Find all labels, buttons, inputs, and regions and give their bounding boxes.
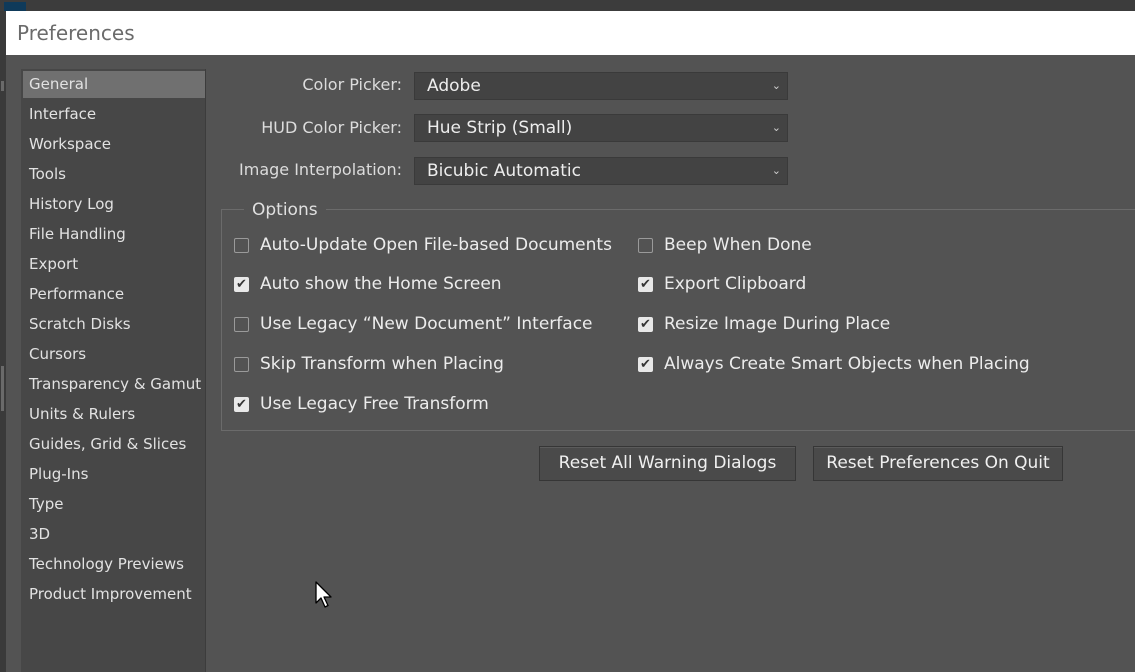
- dialog-titlebar[interactable]: Preferences: [6, 11, 1135, 55]
- checkbox-skip-transform[interactable]: Skip Transform when Placing: [234, 353, 504, 375]
- checkmark-icon[interactable]: ✔: [638, 276, 653, 292]
- chevron-down-icon: ⌄: [771, 164, 781, 177]
- chevron-down-icon: ⌄: [771, 121, 781, 134]
- checkbox-auto-show-home-screen[interactable]: ✔ Auto show the Home Screen: [234, 273, 502, 295]
- app-logo: [4, 2, 26, 11]
- sidebar-item-file-handling[interactable]: File Handling: [23, 221, 205, 248]
- checkbox-box[interactable]: [234, 356, 249, 372]
- checkbox-box[interactable]: [234, 237, 249, 253]
- image-interpolation-select[interactable]: Bicubic Automatic ⌄: [414, 157, 788, 185]
- color-picker-value: Adobe: [427, 76, 481, 96]
- checkmark-icon[interactable]: ✔: [638, 316, 653, 332]
- sidebar-item-interface[interactable]: Interface: [23, 101, 205, 128]
- sidebar-item-history-log[interactable]: History Log: [23, 191, 205, 218]
- category-sidebar: General Interface Workspace Tools Histor…: [21, 69, 206, 672]
- checkbox-legacy-free-transform[interactable]: ✔ Use Legacy Free Transform: [234, 393, 489, 415]
- sidebar-item-scratch-disks[interactable]: Scratch Disks: [23, 311, 205, 338]
- checkbox-label: Always Create Smart Objects when Placing: [664, 354, 1030, 374]
- checkbox-label: Resize Image During Place: [664, 314, 891, 334]
- sidebar-item-cursors[interactable]: Cursors: [23, 341, 205, 368]
- image-interpolation-label: Image Interpolation:: [239, 160, 402, 179]
- checkbox-box[interactable]: [638, 237, 653, 253]
- sidebar-item-technology-previews[interactable]: Technology Previews: [23, 551, 205, 578]
- options-legend: Options: [244, 200, 326, 220]
- image-interpolation-value: Bicubic Automatic: [427, 161, 581, 181]
- sidebar-item-plug-ins[interactable]: Plug-Ins: [23, 461, 205, 488]
- sidebar-item-tools[interactable]: Tools: [23, 161, 205, 188]
- toolbar-tick: [1, 81, 4, 91]
- checkbox-beep-when-done[interactable]: Beep When Done: [638, 234, 812, 256]
- hud-color-picker-value: Hue Strip (Small): [427, 118, 573, 138]
- sidebar-item-transparency-gamut[interactable]: Transparency & Gamut: [23, 371, 205, 398]
- sidebar-item-product-improvement[interactable]: Product Improvement: [23, 581, 205, 608]
- checkbox-label: Use Legacy Free Transform: [260, 394, 489, 414]
- checkbox-label: Skip Transform when Placing: [260, 354, 504, 374]
- preferences-dialog: Preferences General Interface Workspace …: [6, 11, 1135, 672]
- checkbox-label: Beep When Done: [664, 235, 812, 255]
- checkbox-box[interactable]: [234, 316, 249, 332]
- sidebar-item-3d[interactable]: 3D: [23, 521, 205, 548]
- hud-color-picker-select[interactable]: Hue Strip (Small) ⌄: [414, 114, 788, 142]
- sidebar-item-units-rulers[interactable]: Units & Rulers: [23, 401, 205, 428]
- checkbox-legacy-new-document[interactable]: Use Legacy “New Document” Interface: [234, 313, 593, 335]
- mouse-pointer-icon: [315, 581, 332, 608]
- checkmark-icon[interactable]: ✔: [638, 356, 653, 372]
- checkbox-auto-update-documents[interactable]: Auto-Update Open File-based Documents: [234, 234, 612, 256]
- dialog-title: Preferences: [17, 21, 135, 45]
- color-picker-label: Color Picker:: [302, 75, 402, 94]
- sidebar-item-workspace[interactable]: Workspace: [23, 131, 205, 158]
- sidebar-item-performance[interactable]: Performance: [23, 281, 205, 308]
- checkbox-resize-image-place[interactable]: ✔ Resize Image During Place: [638, 313, 890, 335]
- checkbox-label: Auto-Update Open File-based Documents: [260, 235, 612, 255]
- app-menubar: [0, 0, 1135, 11]
- color-picker-select[interactable]: Adobe ⌄: [414, 72, 788, 100]
- checkmark-icon[interactable]: ✔: [234, 396, 249, 412]
- sidebar-item-export[interactable]: Export: [23, 251, 205, 278]
- hud-color-picker-label: HUD Color Picker:: [261, 118, 402, 137]
- sidebar-item-guides-grid-slices[interactable]: Guides, Grid & Slices: [23, 431, 205, 458]
- checkbox-label: Export Clipboard: [664, 274, 807, 294]
- chevron-down-icon: ⌄: [771, 79, 781, 92]
- checkbox-label: Auto show the Home Screen: [260, 274, 502, 294]
- checkmark-icon[interactable]: ✔: [234, 276, 249, 292]
- toolbar-tick: [1, 366, 4, 411]
- reset-warning-dialogs-button[interactable]: Reset All Warning Dialogs: [539, 446, 796, 481]
- checkbox-smart-objects-placing[interactable]: ✔ Always Create Smart Objects when Placi…: [638, 353, 1030, 375]
- reset-preferences-button[interactable]: Reset Preferences On Quit: [813, 446, 1063, 481]
- checkbox-label: Use Legacy “New Document” Interface: [260, 314, 593, 334]
- sidebar-item-type[interactable]: Type: [23, 491, 205, 518]
- sidebar-item-general[interactable]: General: [23, 71, 205, 98]
- checkbox-export-clipboard[interactable]: ✔ Export Clipboard: [638, 273, 806, 295]
